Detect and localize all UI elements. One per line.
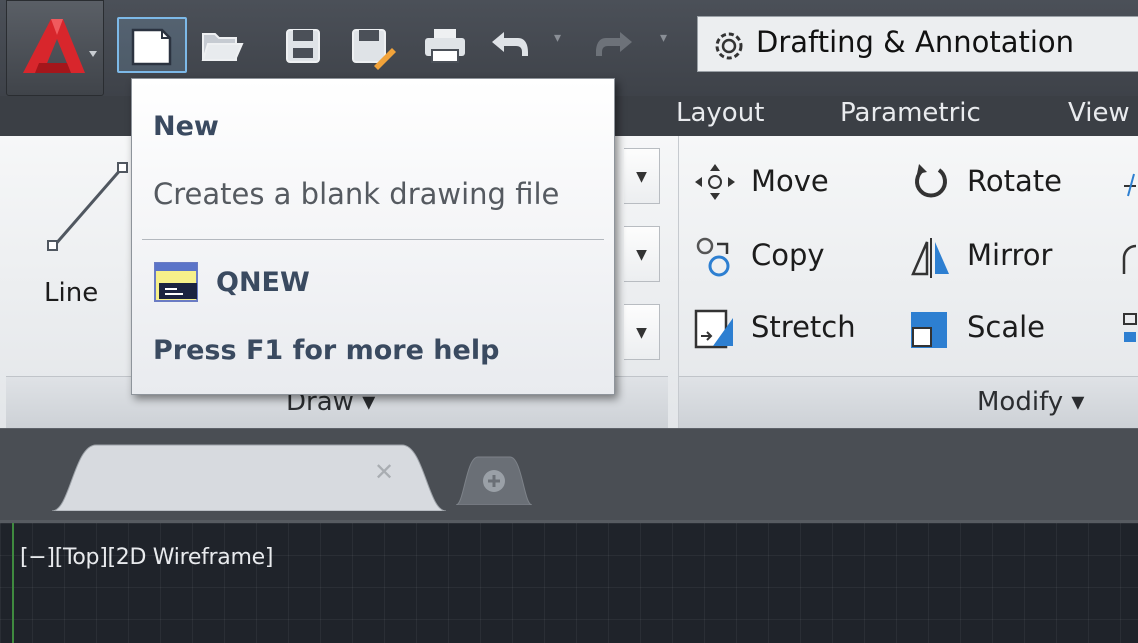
- draw-dropdown-2[interactable]: ▼: [624, 226, 660, 282]
- tab-view[interactable]: View: [1068, 98, 1130, 128]
- new-button-tooltip: New Creates a blank drawing file QNEW Pr…: [131, 78, 615, 395]
- tooltip-title: New: [153, 111, 219, 142]
- fillet-icon[interactable]: [1120, 240, 1138, 276]
- stretch-label: Stretch: [751, 310, 856, 344]
- save-as-icon: [352, 29, 396, 70]
- tab-parametric[interactable]: Parametric: [840, 98, 981, 128]
- modify-panel: Move Rotate Copy Mirror Stretch Scale Mo…: [678, 136, 1138, 428]
- plot-button[interactable]: [412, 20, 472, 72]
- scale-icon: [911, 312, 947, 348]
- mirror-label: Mirror: [967, 238, 1053, 272]
- gear-icon: [715, 32, 743, 60]
- trim-icon[interactable]: [1120, 166, 1138, 202]
- tooltip-help-hint: Press F1 for more help: [153, 335, 500, 366]
- save-button[interactable]: [272, 20, 332, 72]
- tooltip-command: QNEW: [216, 267, 310, 298]
- array-icon[interactable]: [1120, 310, 1138, 346]
- rotate-icon: [915, 164, 947, 198]
- scale-label: Scale: [967, 310, 1046, 344]
- autocad-logo-icon: [23, 19, 97, 73]
- drawing-tab-shape: [52, 444, 447, 511]
- tooltip-divider: [142, 239, 604, 240]
- drawing-viewport[interactable]: [−][Top][2D Wireframe]: [0, 520, 1138, 643]
- copy-label: Copy: [751, 238, 825, 272]
- viewport-controls-label[interactable]: [−][Top][2D Wireframe]: [20, 545, 273, 570]
- drawing-tab[interactable]: ✕: [52, 441, 470, 511]
- open-button[interactable]: [190, 20, 250, 72]
- move-label: Move: [751, 164, 829, 198]
- draw-dropdown-3[interactable]: ▼: [624, 304, 660, 360]
- y-axis-line: [12, 523, 14, 643]
- stretch-icon: [694, 309, 733, 349]
- rotate-label: Rotate: [967, 164, 1062, 198]
- workspace-label: Drafting & Annotation: [756, 25, 1075, 59]
- modify-expand-icon: ▾: [1071, 387, 1085, 417]
- application-menu-button[interactable]: [6, 0, 104, 96]
- move-icon: [695, 164, 735, 200]
- undo-dropdown-icon[interactable]: ▾: [554, 30, 561, 46]
- file-tab-bar: ✕: [0, 428, 1138, 520]
- new-document-icon: [131, 28, 172, 66]
- redo-dropdown-icon[interactable]: ▾: [660, 30, 667, 46]
- tooltip-description: Creates a blank drawing file: [153, 177, 560, 211]
- workspace-switcher[interactable]: Drafting & Annotation: [697, 16, 1138, 72]
- draw-dropdown-1[interactable]: ▼: [624, 148, 660, 204]
- open-folder-icon: [201, 33, 244, 61]
- mirror-icon: [911, 238, 949, 278]
- line-label: Line: [44, 278, 99, 308]
- save-as-button[interactable]: [338, 20, 398, 72]
- redo-button[interactable]: [582, 20, 642, 72]
- copy-icon: [696, 237, 730, 277]
- modify-panel-title: Modify: [977, 387, 1064, 417]
- printer-icon: [425, 29, 465, 63]
- undo-arrow-icon: [492, 32, 528, 56]
- redo-arrow-icon: [596, 32, 632, 56]
- close-tab-icon[interactable]: ✕: [374, 458, 394, 486]
- new-button[interactable]: [117, 17, 187, 73]
- command-window-icon: [154, 262, 198, 302]
- new-tab-button[interactable]: [456, 453, 532, 505]
- undo-button[interactable]: [478, 20, 538, 72]
- modify-panel-footer[interactable]: Modify ▾: [679, 376, 1138, 428]
- tab-layout[interactable]: Layout: [676, 98, 764, 128]
- line-tool-button[interactable]: Line: [24, 148, 128, 318]
- save-disk-icon: [286, 29, 320, 63]
- line-icon: [47, 162, 128, 251]
